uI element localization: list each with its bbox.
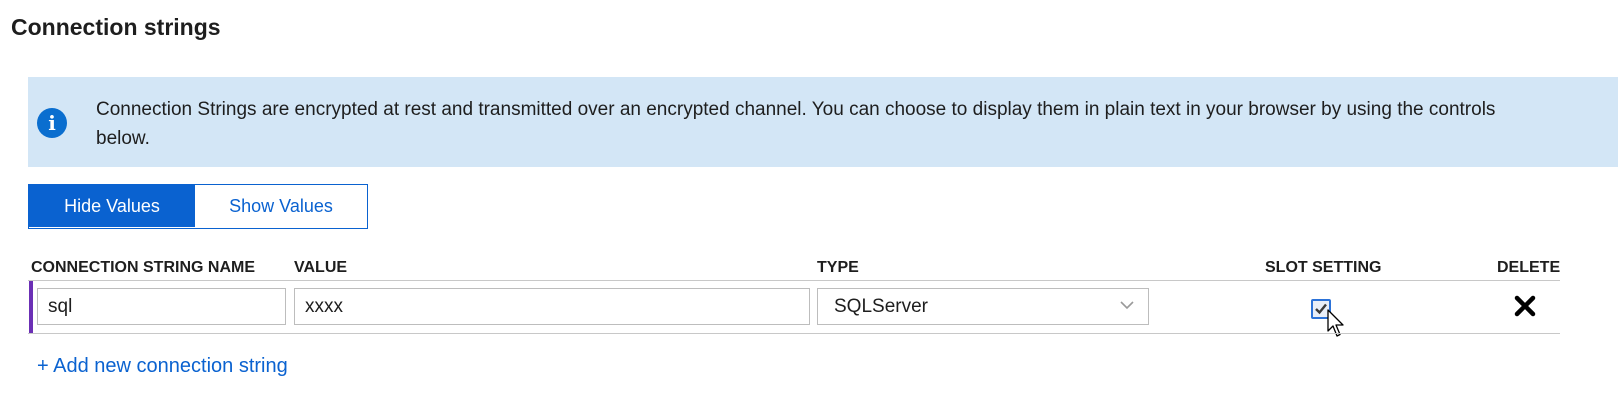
column-header-delete: DELETE — [1497, 259, 1561, 276]
table-row-bottom-border — [28, 333, 1560, 334]
connection-string-value-input[interactable] — [294, 288, 810, 325]
chevron-down-icon — [1120, 301, 1134, 310]
column-header-slot-setting: SLOT SETTING — [1265, 259, 1382, 276]
values-visibility-toggle: Hide Values Show Values — [28, 184, 368, 229]
column-header-value: VALUE — [294, 259, 348, 276]
table-row-top-border — [28, 280, 1560, 281]
connection-string-type-value: SQLServer — [834, 295, 928, 317]
delete-row-icon[interactable] — [1514, 295, 1536, 317]
info-icon: i — [37, 108, 67, 138]
connection-strings-page: Connection strings i Connection Strings … — [0, 0, 1618, 408]
column-header-type: TYPE — [817, 259, 859, 276]
add-connection-string-link[interactable]: + Add new connection string — [37, 355, 288, 378]
mouse-cursor-icon — [1327, 309, 1344, 337]
table-row-accent — [29, 281, 33, 333]
connection-string-type-select[interactable]: SQLServer — [817, 288, 1149, 325]
show-values-button[interactable]: Show Values — [195, 185, 367, 227]
connection-string-name-input[interactable] — [37, 288, 286, 325]
hide-values-button[interactable]: Hide Values — [29, 185, 195, 227]
section-title: Connection strings — [11, 14, 221, 40]
info-banner-text: Connection Strings are encrypted at rest… — [96, 99, 1496, 149]
column-header-name: CONNECTION STRING NAME — [31, 259, 255, 276]
